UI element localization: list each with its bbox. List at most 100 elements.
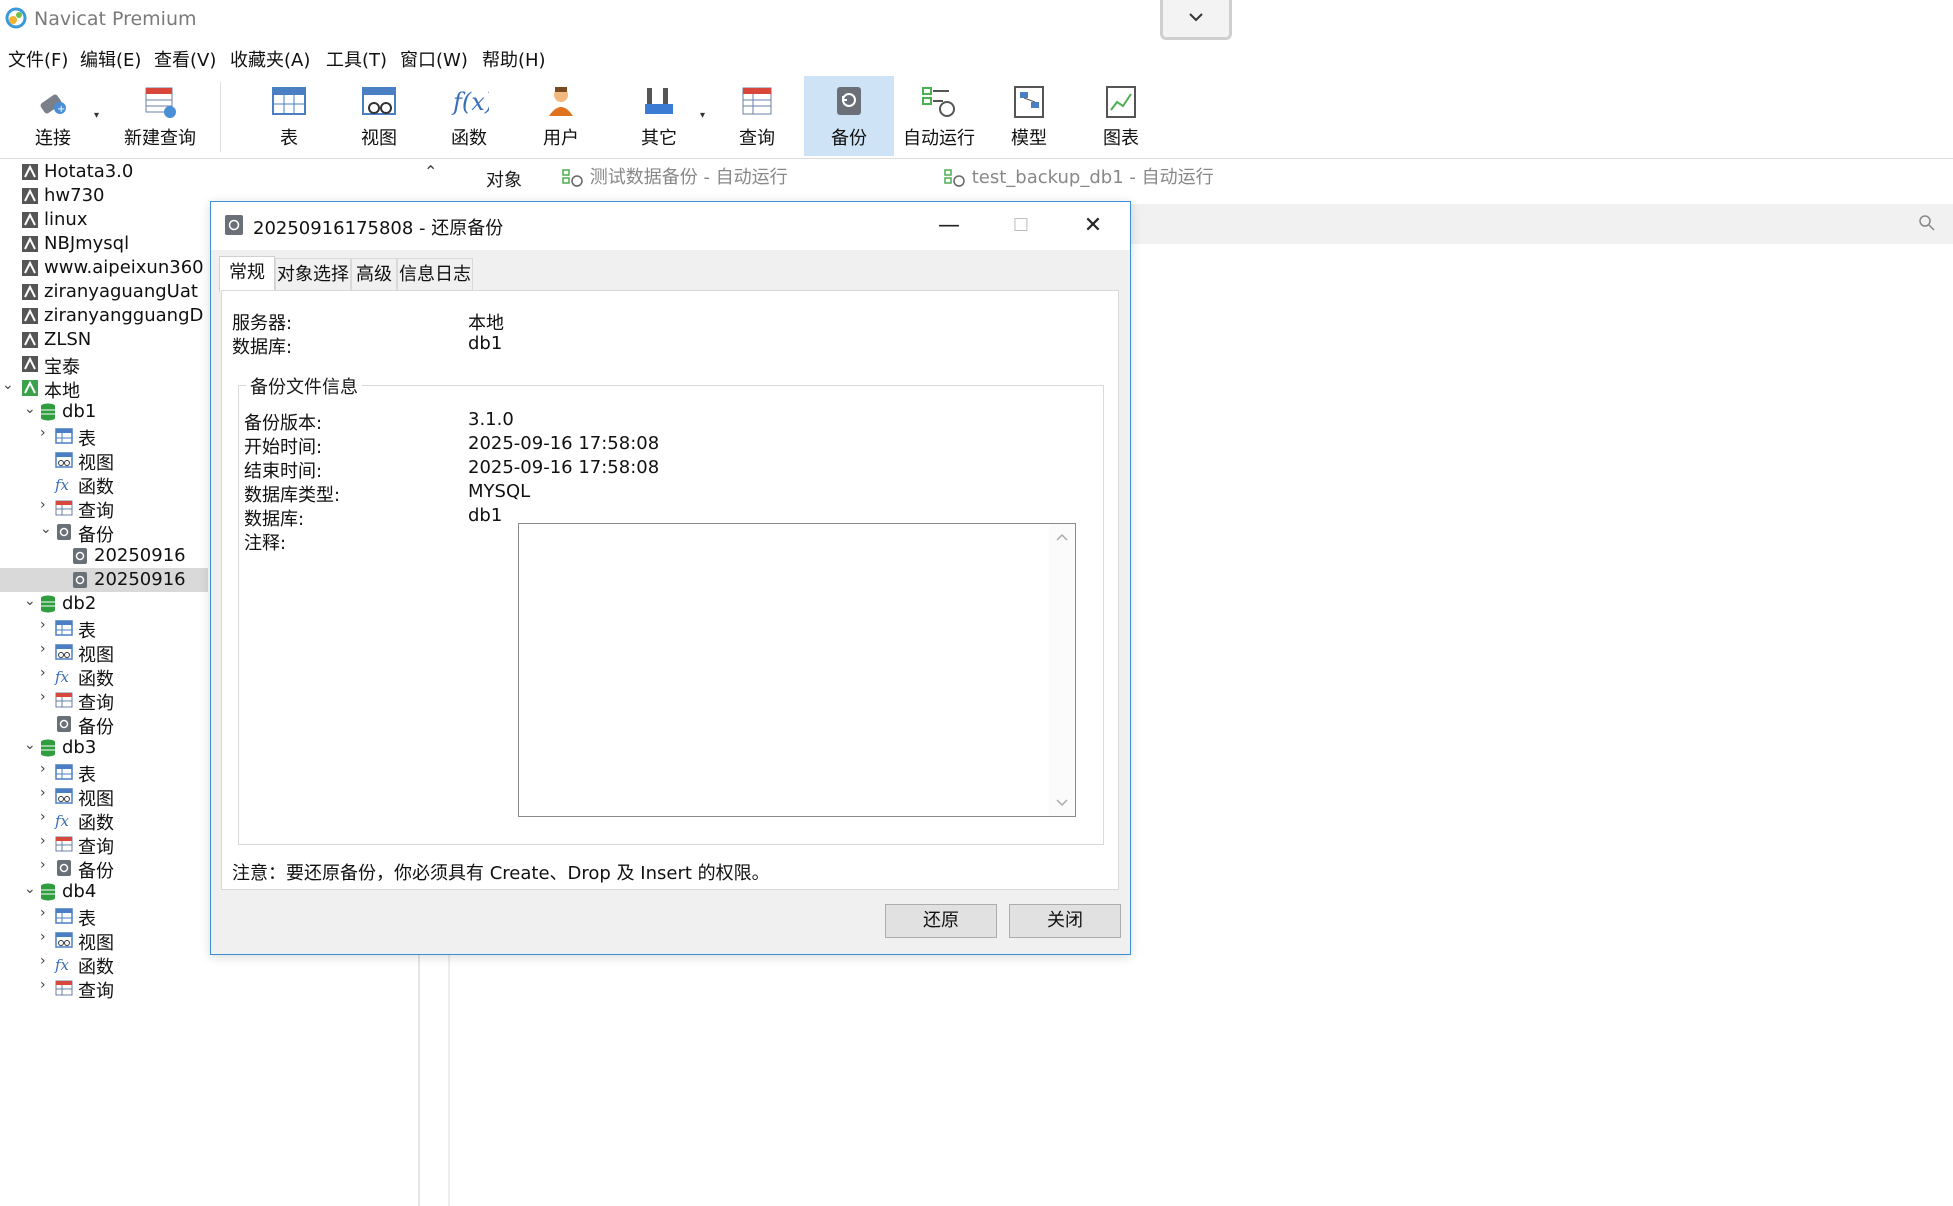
tree-item[interactable]: fx 函数 — [0, 472, 208, 498]
tab-object-selection[interactable]: 对象选择 — [275, 258, 351, 290]
chevron-right-icon[interactable]: › — [40, 809, 46, 825]
view-button[interactable]: 视图 — [334, 76, 424, 156]
tab-objects[interactable]: 对象 — [486, 166, 522, 192]
chevron-right-icon[interactable]: › — [40, 857, 46, 873]
panel-divider — [418, 940, 420, 1206]
chevron-down-icon[interactable]: ⌄ — [40, 521, 52, 537]
tree-item[interactable]: ⌄ 本地 — [0, 376, 208, 402]
tree-item[interactable]: ZLSN — [0, 328, 208, 352]
chevron-up-icon[interactable]: ⌃ — [424, 162, 437, 181]
collapse-toolbar-button[interactable] — [1160, 0, 1232, 40]
tree-item[interactable]: › 查询 — [0, 976, 208, 1002]
chevron-right-icon[interactable]: › — [40, 617, 46, 633]
tree-item[interactable]: ziranyangguangD — [0, 304, 208, 328]
tree-item[interactable]: 宝泰 — [0, 352, 208, 378]
other-button[interactable]: 其它 — [614, 76, 704, 156]
chevron-right-icon[interactable]: › — [40, 977, 46, 993]
tree-item[interactable]: 20250916 — [0, 544, 208, 568]
backup-version-label: 备份版本: — [244, 413, 323, 434]
chevron-down-icon[interactable]: ⌄ — [24, 881, 36, 897]
tree-item[interactable]: ⌄ db2 — [0, 592, 208, 616]
chevron-right-icon[interactable]: › — [40, 785, 46, 801]
chevron-right-icon[interactable]: › — [40, 833, 46, 849]
tab-advanced[interactable]: 高级 — [351, 258, 397, 290]
menu-help[interactable]: 帮助(H) — [482, 46, 546, 72]
menu-favorites[interactable]: 收藏夹(A) — [230, 46, 310, 72]
restore-button[interactable]: 还原 — [885, 904, 997, 938]
menu-window[interactable]: 窗口(W) — [400, 46, 468, 72]
tree-item[interactable]: › fx 函数 — [0, 808, 208, 834]
tree-item[interactable]: ⌄ db3 — [0, 736, 208, 760]
tree-item[interactable]: NBJmysql — [0, 232, 208, 256]
tree-item[interactable]: 视图 — [0, 448, 208, 474]
tree-item-label: 20250916 — [94, 545, 186, 566]
chevron-right-icon[interactable]: › — [40, 497, 46, 513]
chevron-right-icon[interactable]: › — [40, 689, 46, 705]
connect-dropdown-arrow[interactable]: ▾ — [94, 110, 99, 121]
tree-item[interactable]: ⌄ db1 — [0, 400, 208, 424]
tree-item[interactable]: › 视图 — [0, 784, 208, 810]
backup-button[interactable]: 备份 — [804, 76, 894, 156]
user-icon — [549, 87, 573, 116]
search-icon[interactable] — [1918, 214, 1936, 232]
tree-item[interactable]: › 视图 — [0, 928, 208, 954]
minimize-button[interactable]: — — [931, 208, 967, 244]
chevron-right-icon[interactable]: › — [40, 953, 46, 969]
chevron-down-icon[interactable]: ⌄ — [24, 401, 36, 417]
tree-item[interactable]: ⌄ 备份 — [0, 520, 208, 546]
table-button[interactable]: 表 — [244, 76, 334, 156]
tree-item[interactable]: › 表 — [0, 904, 208, 930]
tree-item[interactable]: › 查询 — [0, 496, 208, 522]
tree-item[interactable]: › 备份 — [0, 856, 208, 882]
tree-item[interactable]: › 查询 — [0, 832, 208, 858]
notes-scrollbar[interactable] — [1049, 524, 1075, 816]
tree-item[interactable]: linux — [0, 208, 208, 232]
chevron-down-icon[interactable]: ⌄ — [24, 737, 36, 753]
tab-info-log[interactable]: 信息日志 — [397, 258, 473, 290]
tree-item[interactable]: › 表 — [0, 616, 208, 642]
chevron-right-icon[interactable]: › — [40, 905, 46, 921]
new-query-button[interactable]: 新建查询 — [104, 76, 216, 156]
chevron-down-icon[interactable]: ⌄ — [2, 377, 14, 393]
tree-item[interactable]: 20250916 — [0, 568, 208, 592]
tree-item[interactable]: › fx 函数 — [0, 952, 208, 978]
menu-file[interactable]: 文件(F) — [8, 46, 68, 72]
chart-icon — [1106, 86, 1136, 118]
chevron-down-icon[interactable]: ⌄ — [24, 593, 36, 609]
tab-general[interactable]: 常规 — [219, 256, 275, 292]
other-dropdown-arrow[interactable]: ▾ — [700, 110, 705, 121]
function-button[interactable]: f(x) 函数 — [424, 76, 514, 156]
tree-item[interactable]: Hotata3.0 — [0, 160, 208, 184]
menu-tools[interactable]: 工具(T) — [326, 46, 387, 72]
menu-view[interactable]: 查看(V) — [154, 46, 216, 72]
chevron-right-icon[interactable]: › — [40, 665, 46, 681]
chevron-right-icon[interactable]: › — [40, 425, 46, 441]
chevron-right-icon[interactable]: › — [40, 761, 46, 777]
tree-item[interactable]: › fx 函数 — [0, 664, 208, 690]
connect-button[interactable]: + 连接 — [8, 76, 98, 156]
tree-item[interactable]: www.aipeixun360 — [0, 256, 208, 280]
user-button[interactable]: 用户 — [516, 76, 606, 156]
tab-auto-run-test-backup[interactable]: 测试数据备份 - 自动运行 — [562, 160, 788, 196]
chart-button[interactable]: 图表 — [1076, 76, 1166, 156]
query-button[interactable]: 查询 — [712, 76, 802, 156]
tree-item[interactable]: › 表 — [0, 424, 208, 450]
start-time-value: 2025-09-16 17:58:08 — [468, 433, 660, 454]
tree-item[interactable]: › 查询 — [0, 688, 208, 714]
tree-item[interactable]: › 表 — [0, 760, 208, 786]
svg-text:+: + — [57, 104, 65, 115]
close-window-button[interactable]: ✕ — [1075, 208, 1111, 244]
model-button[interactable]: 模型 — [984, 76, 1074, 156]
menu-edit[interactable]: 编辑(E) — [80, 46, 141, 72]
tree-item[interactable]: 备份 — [0, 712, 208, 738]
tree-item[interactable]: hw730 — [0, 184, 208, 208]
close-button[interactable]: 关闭 — [1009, 904, 1121, 938]
chevron-right-icon[interactable]: › — [40, 641, 46, 657]
tab-auto-run-test-backup-db1[interactable]: test_backup_db1 - 自动运行 — [944, 160, 1214, 196]
notes-textarea[interactable] — [518, 523, 1076, 817]
auto-run-button[interactable]: 自动运行 — [894, 76, 984, 156]
tree-item[interactable]: › 视图 — [0, 640, 208, 666]
tree-item[interactable]: ⌄ db4 — [0, 880, 208, 904]
chevron-right-icon[interactable]: › — [40, 929, 46, 945]
tree-item[interactable]: ziranyaguangUat — [0, 280, 208, 304]
